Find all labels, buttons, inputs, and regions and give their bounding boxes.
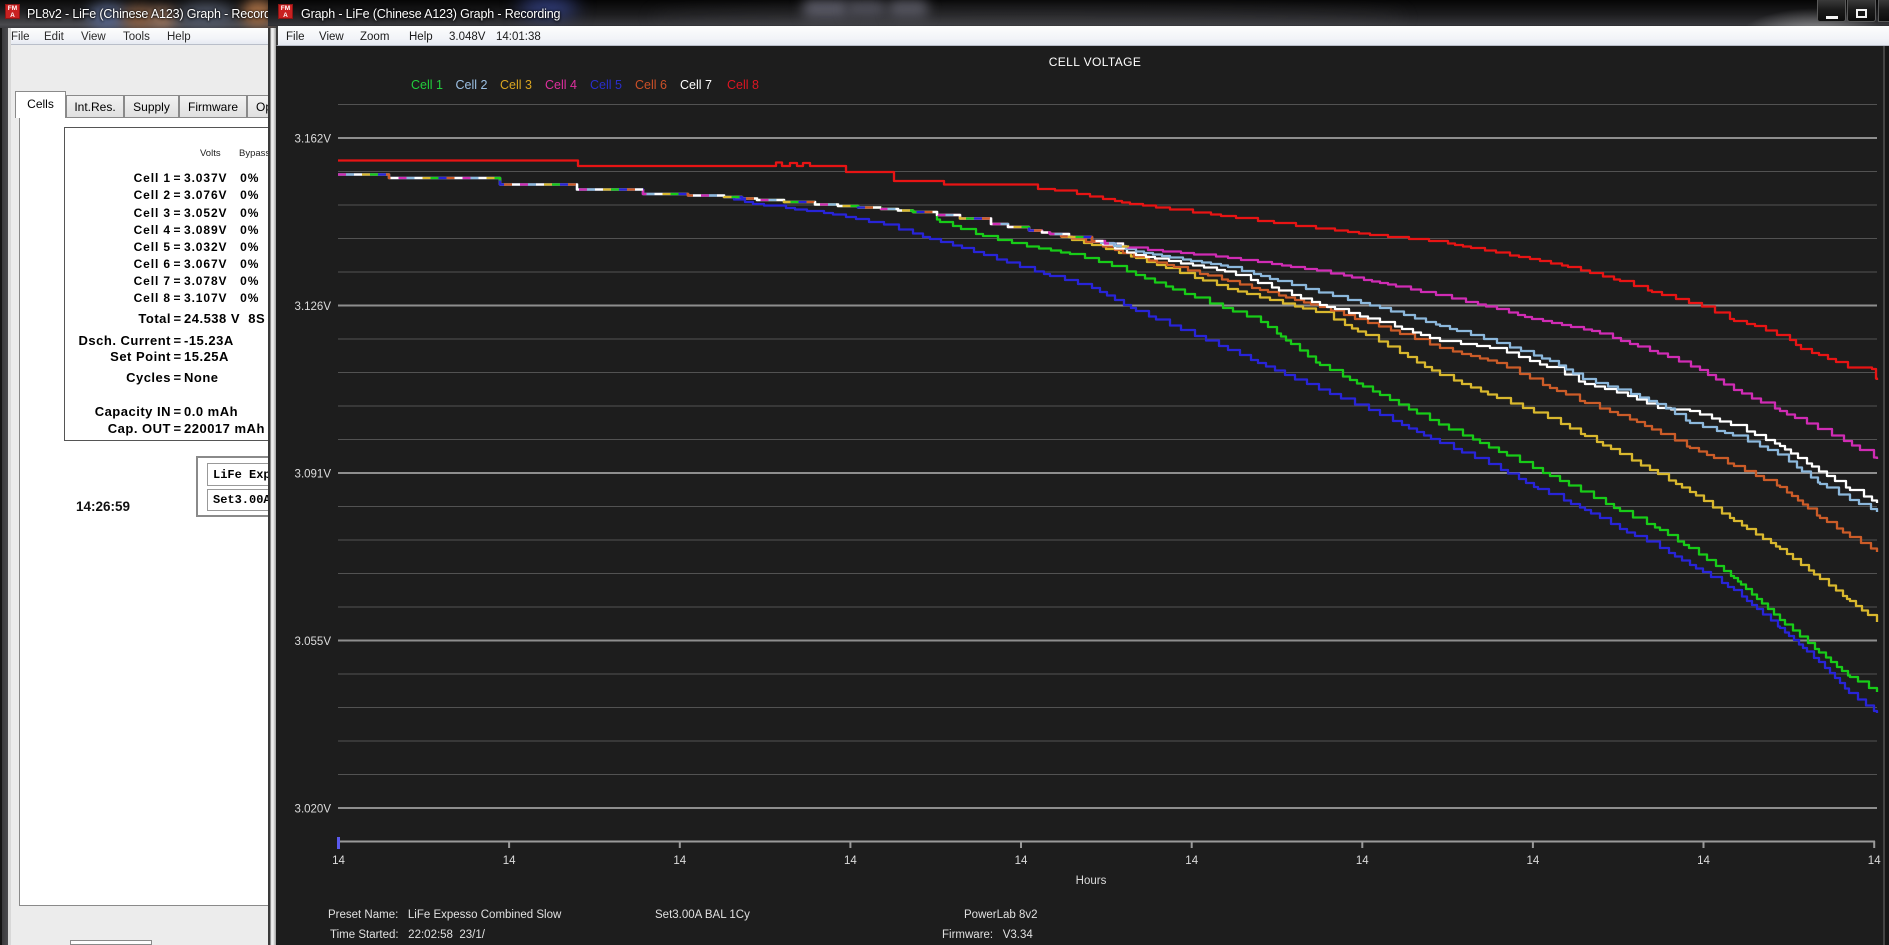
svg-text:14: 14 bbox=[1527, 855, 1540, 867]
svg-text:Time Started: 22:02:58 23/1: Time Started: 22:02:58 23/1/ bbox=[330, 929, 486, 941]
svg-text:Firmware: V3.34: Firmware: V3.34 bbox=[942, 929, 1033, 941]
svg-text:3.055V: 3.055V bbox=[295, 636, 332, 648]
svg-text:Cell 7: Cell 7 bbox=[680, 78, 712, 92]
svg-text:CELL VOLTAGE: CELL VOLTAGE bbox=[1049, 55, 1142, 69]
svg-text:14: 14 bbox=[673, 855, 686, 867]
svg-text:Preset Name: LiFe Expesso Co: Preset Name: LiFe Expesso Combined Slow bbox=[328, 909, 562, 921]
svg-text:3.091V: 3.091V bbox=[295, 469, 332, 481]
svg-text:14: 14 bbox=[1015, 855, 1028, 867]
svg-text:3.162V: 3.162V bbox=[295, 134, 332, 146]
svg-text:14: 14 bbox=[332, 855, 345, 867]
svg-text:Set3.00A BAL 1Cy: Set3.00A BAL 1Cy bbox=[655, 909, 750, 921]
svg-text:14: 14 bbox=[1697, 855, 1710, 867]
svg-text:Hours: Hours bbox=[1076, 875, 1107, 887]
svg-text:14: 14 bbox=[1868, 855, 1881, 867]
svg-text:Cell 4: Cell 4 bbox=[545, 78, 577, 92]
svg-text:3.126V: 3.126V bbox=[295, 301, 332, 313]
svg-text:Cell 5: Cell 5 bbox=[590, 78, 622, 92]
svg-text:14: 14 bbox=[844, 855, 857, 867]
svg-text:14: 14 bbox=[1356, 855, 1369, 867]
svg-text:Cell 8: Cell 8 bbox=[727, 78, 759, 92]
svg-text:PowerLab 8v2: PowerLab 8v2 bbox=[964, 909, 1038, 921]
svg-text:3.020V: 3.020V bbox=[295, 804, 332, 816]
svg-text:14: 14 bbox=[1185, 855, 1198, 867]
svg-text:Cell 2: Cell 2 bbox=[456, 78, 488, 92]
svg-text:Cell 6: Cell 6 bbox=[635, 78, 667, 92]
svg-text:Cell 3: Cell 3 bbox=[500, 78, 532, 92]
svg-text:14: 14 bbox=[503, 855, 516, 867]
svg-text:Cell 1: Cell 1 bbox=[411, 78, 443, 92]
